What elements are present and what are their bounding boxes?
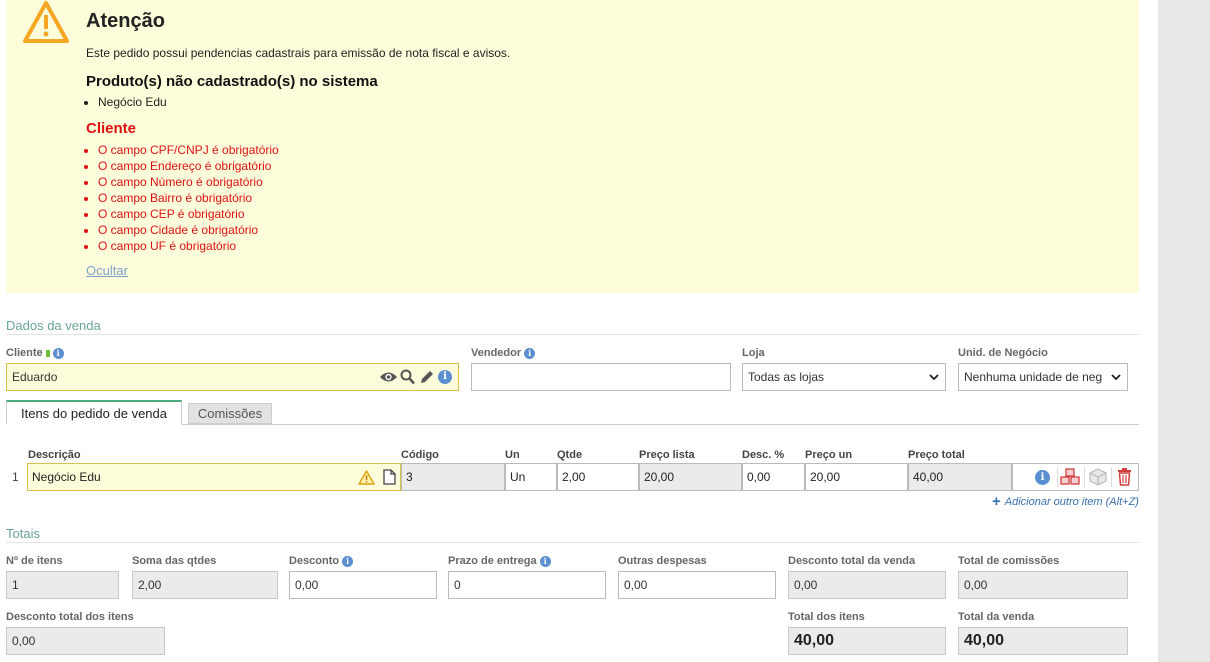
business-unit-value: Nenhuma unidade de neg <box>964 370 1103 384</box>
store-value: Todas as lojas <box>748 370 825 384</box>
divider <box>6 334 1139 335</box>
list-item: Negócio Edu <box>98 95 167 109</box>
divider <box>1057 467 1058 487</box>
other-expenses-label: Outras despesas <box>618 555 707 567</box>
list-item: O campo Bairro é obrigatório <box>98 190 279 206</box>
delivery-label: Prazo de entrega i <box>448 555 551 567</box>
tab-items[interactable]: Itens do pedido de venda <box>6 400 182 425</box>
col-unit-price: Preço un <box>805 449 853 461</box>
package-icon[interactable] <box>1089 468 1107 486</box>
other-expenses-input[interactable]: 0,00 <box>618 571 776 599</box>
tab-commissions[interactable]: Comissões <box>188 403 272 424</box>
list-item: O campo CPF/CNPJ é obrigatório <box>98 142 279 158</box>
list-item: O campo Cidade é obrigatório <box>98 222 279 238</box>
warning-icon <box>23 1 69 43</box>
item-actions: i <box>1012 463 1139 491</box>
row-number: 1 <box>12 470 19 484</box>
client-label: Cliente i <box>6 347 64 359</box>
delivery-input[interactable]: 0 <box>448 571 606 599</box>
item-discount-input[interactable]: 0,00 <box>742 463 805 491</box>
business-unit-select[interactable]: Nenhuma unidade de neg <box>958 363 1128 391</box>
item-description-value: Negócio Edu <box>32 470 101 484</box>
items-discount-field: 0,00 <box>6 627 165 655</box>
sum-qty-label: Soma das qtdes <box>132 555 217 567</box>
alert-message: Este pedido possui pendencias cadastrais… <box>86 46 511 60</box>
list-item: O campo Número é obrigatório <box>98 174 279 190</box>
item-list-price-field: 20,00 <box>639 463 742 491</box>
document-icon[interactable] <box>383 469 396 485</box>
add-item-link[interactable]: + Adicionar outro item (Alt+Z) <box>992 493 1139 510</box>
col-unit: Un <box>505 449 520 461</box>
sale-total-label: Total da venda <box>958 611 1035 623</box>
required-marker <box>45 349 50 357</box>
discount-label: Desconto i <box>289 555 354 567</box>
client-field[interactable]: Eduardo i <box>6 363 459 391</box>
business-unit-label: Unid. de Negócio <box>958 347 1048 359</box>
col-discount: Desc. % <box>742 449 785 461</box>
info-icon[interactable]: i <box>438 370 452 384</box>
add-item-label: Adicionar outro item (Alt+Z) <box>1004 495 1139 508</box>
seller-label: Vendedor i <box>471 347 536 359</box>
list-item: O campo UF é obrigatório <box>98 238 279 254</box>
chevron-down-icon <box>929 374 939 381</box>
divider <box>6 542 1139 543</box>
seller-input[interactable] <box>471 363 731 391</box>
products-heading: Produto(s) não cadastrado(s) no sistema <box>86 73 378 90</box>
total-commissions-field: 0,00 <box>958 571 1128 599</box>
warning-icon[interactable] <box>358 470 375 485</box>
total-commissions-label: Total de comissões <box>958 555 1060 567</box>
col-qty: Qtde <box>557 449 583 461</box>
info-icon[interactable]: i <box>342 555 354 567</box>
trash-icon[interactable] <box>1117 468 1132 486</box>
item-code-field: 3 <box>401 463 505 491</box>
plus-icon: + <box>992 493 1001 510</box>
warning-panel: Atenção Este pedido possui pendencias ca… <box>6 0 1139 293</box>
scroll-gutter <box>1158 0 1210 662</box>
col-description: Descrição <box>28 449 81 461</box>
divider <box>1111 467 1112 487</box>
stock-boxes-icon[interactable] <box>1060 468 1080 486</box>
sale-total-field: 40,00 <box>958 627 1128 655</box>
totals-section-title: Totais <box>6 526 40 541</box>
list-item: O campo CEP é obrigatório <box>98 206 279 222</box>
total-discount-field: 0,00 <box>788 571 946 599</box>
info-icon[interactable]: i <box>539 555 551 567</box>
info-icon[interactable]: i <box>52 347 64 359</box>
client-value: Eduardo <box>12 370 58 384</box>
chevron-down-icon <box>1111 374 1121 381</box>
item-description-input[interactable]: Negócio Edu <box>27 463 401 491</box>
items-total-label: Total dos itens <box>788 611 865 623</box>
col-code: Código <box>401 449 439 461</box>
divider <box>1084 467 1085 487</box>
item-unit-price-input[interactable]: 20,00 <box>805 463 908 491</box>
num-items-field: 1 <box>6 571 119 599</box>
items-total-field: 40,00 <box>788 627 946 655</box>
client-errors-list: O campo CPF/CNPJ é obrigatório O campo E… <box>98 142 279 254</box>
num-items-label: Nº de itens <box>6 555 63 567</box>
products-list: Negócio Edu <box>98 95 167 109</box>
sum-qty-field: 2,00 <box>132 571 278 599</box>
sale-section-title: Dados da venda <box>6 318 101 333</box>
search-icon[interactable] <box>400 369 415 385</box>
item-qty-input[interactable]: 2,00 <box>557 463 639 491</box>
alert-title: Atenção <box>86 10 165 32</box>
pencil-icon[interactable] <box>419 369 435 385</box>
eye-icon[interactable] <box>379 370 398 384</box>
hide-alert-link[interactable]: Ocultar <box>86 263 128 278</box>
item-total-field: 40,00 <box>908 463 1012 491</box>
info-icon[interactable]: i <box>1035 470 1050 485</box>
discount-input[interactable]: 0,00 <box>289 571 437 599</box>
item-unit-input[interactable]: Un <box>505 463 557 491</box>
col-list-price: Preço lista <box>639 449 695 461</box>
store-label: Loja <box>742 347 765 359</box>
client-errors-heading: Cliente <box>86 120 137 137</box>
store-select[interactable]: Todas as lojas <box>742 363 946 391</box>
items-discount-label: Desconto total dos itens <box>6 611 134 623</box>
list-item: O campo Endereço é obrigatório <box>98 158 279 174</box>
info-icon[interactable]: i <box>524 347 536 359</box>
total-discount-label: Desconto total da venda <box>788 555 916 567</box>
col-total: Preço total <box>908 449 965 461</box>
